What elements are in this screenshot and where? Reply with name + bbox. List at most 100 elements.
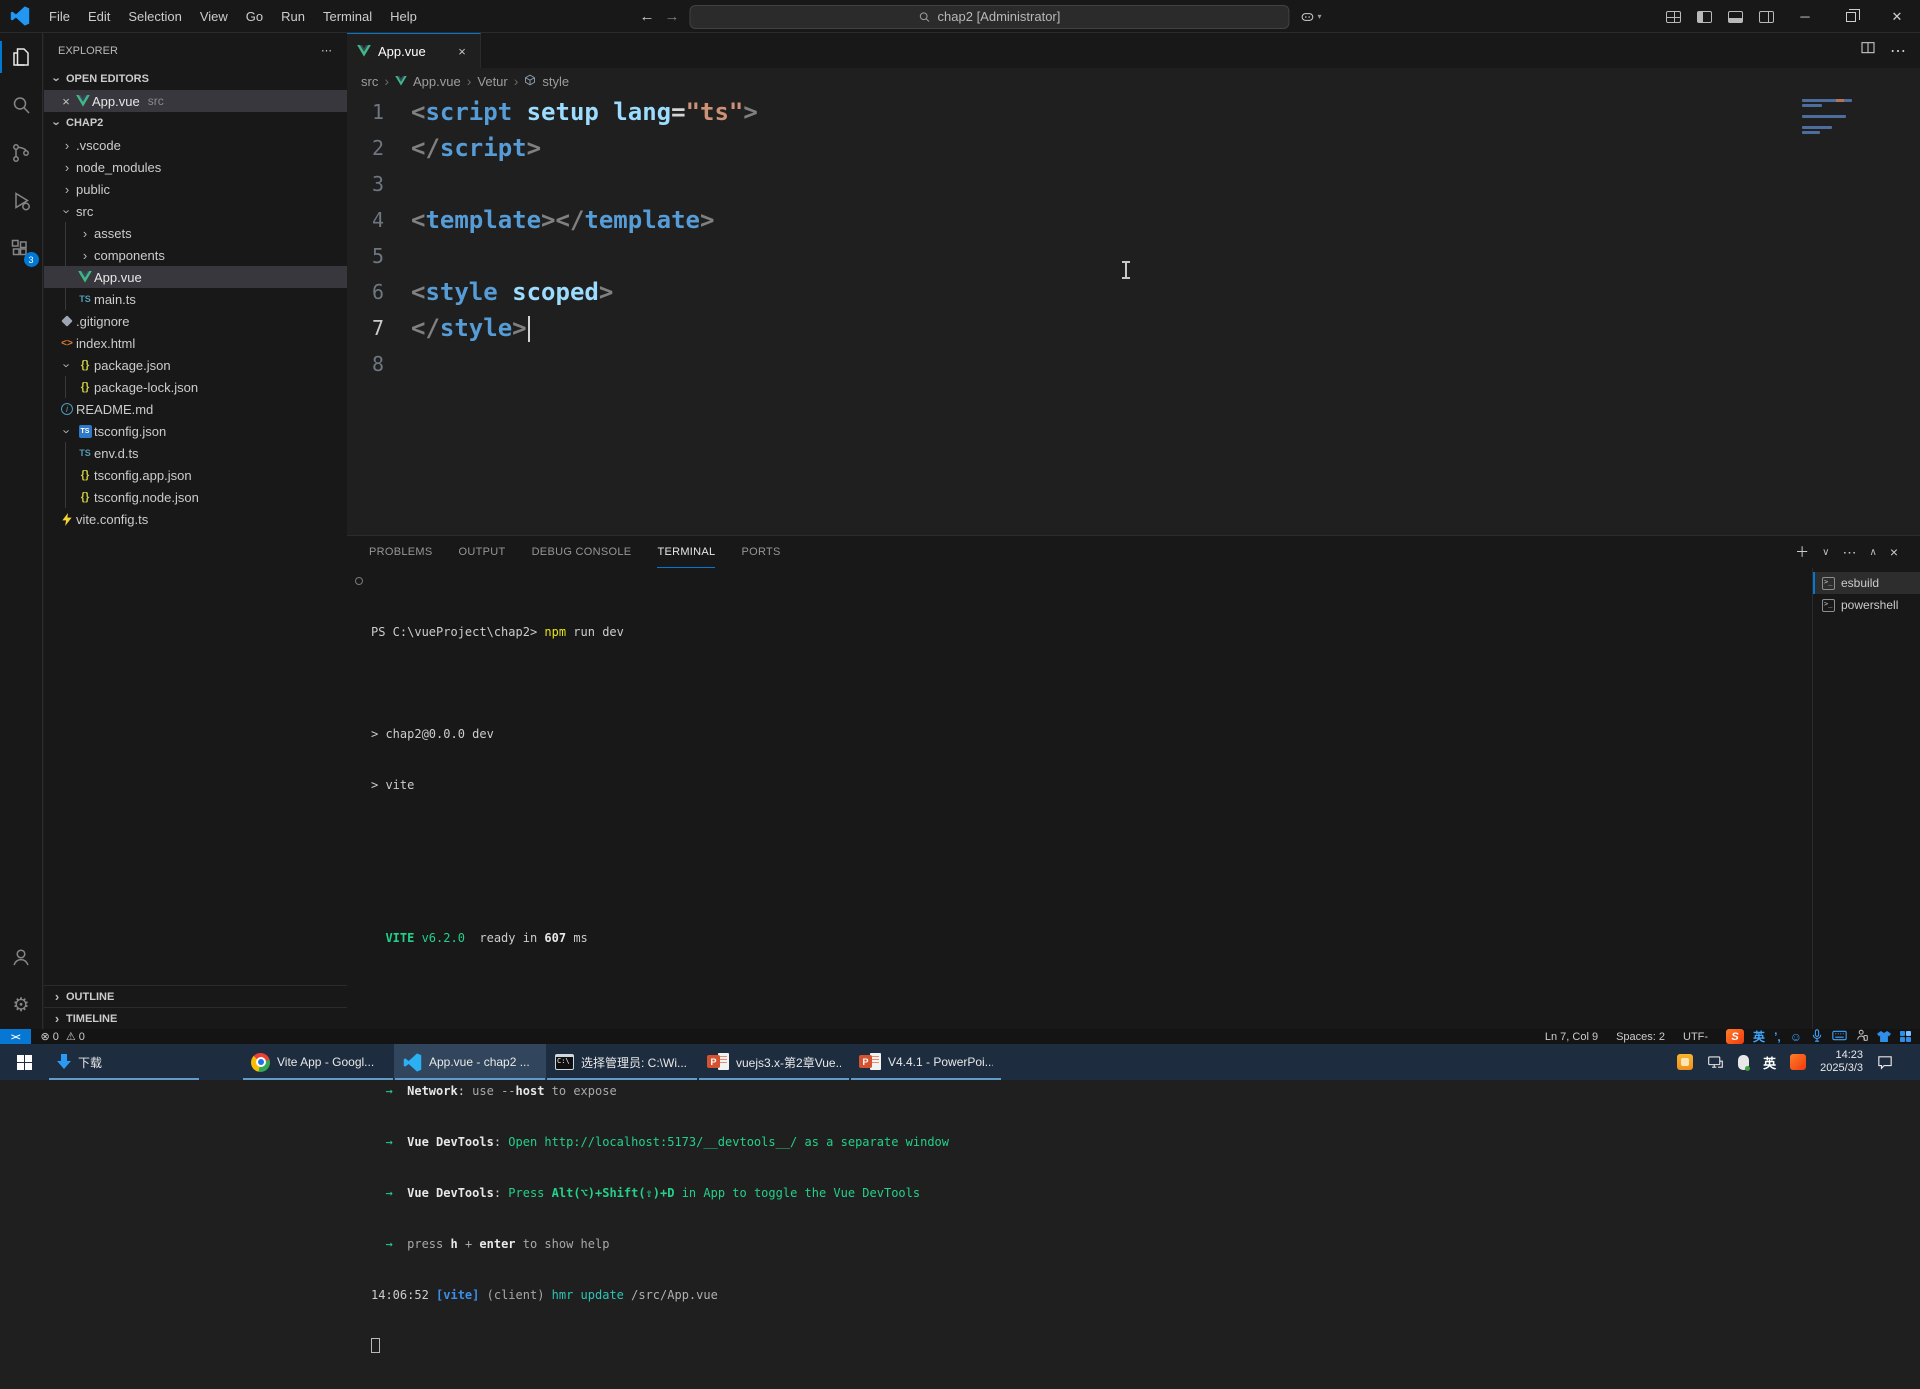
menu-terminal[interactable]: Terminal: [314, 0, 381, 33]
tree-item-node-modules[interactable]: ›node_modules: [44, 156, 347, 178]
project-root-section[interactable]: › CHAP2: [44, 112, 347, 134]
window-restore-button[interactable]: [1828, 0, 1874, 33]
tree-item-tsconfignodejson[interactable]: tsconfig.node.json: [44, 486, 347, 508]
clipboard-person-icon[interactable]: [1856, 1029, 1868, 1045]
taskbar-item-powerpoint-2[interactable]: V4.4.1 - PowerPoi...: [850, 1044, 1002, 1080]
source-control-icon[interactable]: [0, 129, 43, 177]
window-close-button[interactable]: ✕: [1874, 0, 1920, 33]
tree-item-assets[interactable]: ›assets: [44, 222, 347, 244]
history-back-icon[interactable]: ←: [639, 8, 654, 25]
menu-go[interactable]: Go: [237, 0, 272, 33]
tree-item-appvue[interactable]: App.vue: [44, 266, 347, 288]
session-powershell[interactable]: powershell: [1813, 594, 1920, 616]
breadcrumb-appvue[interactable]: App.vue: [413, 74, 461, 89]
microphone-icon[interactable]: [1811, 1029, 1823, 1045]
minimap[interactable]: [1802, 99, 1858, 137]
toggle-sidebar-icon[interactable]: [1697, 11, 1712, 23]
taskbar-item-powerpoint-1[interactable]: vuejs3.x-第2章Vue...: [698, 1044, 850, 1080]
menu-edit[interactable]: Edit: [79, 0, 119, 33]
ime-language-indicator[interactable]: 英: [1753, 1028, 1765, 1045]
search-sidebar-icon[interactable]: [0, 81, 43, 129]
maximize-panel-icon[interactable]: ∧: [1869, 547, 1876, 558]
taskbar-item-chrome[interactable]: Vite App - Googl...: [242, 1044, 394, 1080]
account-icon[interactable]: [0, 933, 43, 981]
split-editor-icon[interactable]: [1860, 40, 1876, 61]
tray-mouse-icon[interactable]: [1738, 1055, 1749, 1070]
open-editors-section[interactable]: › OPEN EDITORS: [44, 68, 347, 90]
explorer-icon[interactable]: [0, 33, 43, 81]
tab-debug-console[interactable]: DEBUG CONSOLE: [532, 536, 632, 568]
copilot-icon[interactable]: ▾: [1299, 9, 1321, 25]
toggle-panel-icon[interactable]: [1728, 11, 1743, 23]
menu-run[interactable]: Run: [272, 0, 314, 33]
menu-file[interactable]: File: [40, 0, 79, 33]
new-terminal-icon[interactable]: ＋: [1795, 542, 1809, 562]
breadcrumb-vetur[interactable]: Vetur: [477, 74, 507, 89]
breadcrumb-src[interactable]: src: [361, 74, 378, 89]
menu-help[interactable]: Help: [381, 0, 426, 33]
tree-item-components[interactable]: ›components: [44, 244, 347, 266]
breadcrumb-style[interactable]: style: [542, 74, 569, 89]
tree-item-src[interactable]: ›src: [44, 200, 347, 222]
timeline-section[interactable]: › TIMELINE: [44, 1007, 347, 1029]
tab-problems[interactable]: PROBLEMS: [369, 536, 433, 568]
open-editor-item-appvue[interactable]: × App.vue src: [44, 90, 347, 112]
keyboard-icon[interactable]: [1832, 1030, 1847, 1044]
explorer-more-actions-icon[interactable]: ⋯: [321, 44, 333, 57]
editor-more-actions-icon[interactable]: ⋯: [1890, 41, 1906, 61]
command-center[interactable]: chap2 [Administrator]: [689, 5, 1289, 29]
terminal-dropdown-icon[interactable]: ∨: [1822, 547, 1829, 558]
tree-item-gitignore[interactable]: .gitignore: [44, 310, 347, 332]
remote-indicator[interactable]: ><: [0, 1029, 31, 1044]
tab-ports[interactable]: PORTS: [741, 536, 780, 568]
menu-selection[interactable]: Selection: [119, 0, 190, 33]
tray-app-icon[interactable]: [1677, 1054, 1693, 1070]
close-tab-icon[interactable]: ×: [454, 44, 470, 59]
cursor-position-status[interactable]: Ln 7, Col 9: [1545, 1031, 1598, 1043]
taskbar-item-vscode[interactable]: App.vue - chap2 ...: [394, 1044, 546, 1080]
tree-item-viteconfigts[interactable]: vite.config.ts: [44, 508, 347, 530]
customize-layout-icon[interactable]: [1666, 11, 1681, 23]
encoding-status[interactable]: UTF-: [1683, 1031, 1708, 1043]
taskbar-item-download[interactable]: 下载: [48, 1044, 200, 1080]
problems-status[interactable]: ⊗0 ⚠0: [41, 1030, 85, 1043]
taskbar-item-cmd[interactable]: 选择管理员: C:\Wi...: [546, 1044, 698, 1080]
tab-output[interactable]: OUTPUT: [459, 536, 506, 568]
start-button[interactable]: [0, 1044, 48, 1080]
tree-item-maints[interactable]: main.ts: [44, 288, 347, 310]
tree-item-public[interactable]: ›public: [44, 178, 347, 200]
ime-punctuation-icon[interactable]: ’,: [1774, 1030, 1781, 1044]
panel-more-actions-icon[interactable]: ⋯: [1842, 544, 1856, 561]
indentation-status[interactable]: Spaces: 2: [1616, 1031, 1665, 1043]
emoji-icon[interactable]: ☺: [1790, 1030, 1802, 1044]
settings-gear-icon[interactable]: ⚙: [0, 981, 43, 1029]
tray-clock[interactable]: 14:23 2025/3/3: [1820, 1049, 1863, 1075]
history-forward-icon[interactable]: →: [664, 8, 679, 25]
tray-ime-language[interactable]: 英: [1763, 1053, 1776, 1072]
tree-item-readme[interactable]: README.md: [44, 398, 347, 420]
tab-terminal[interactable]: TERMINAL: [657, 536, 715, 568]
ime-menu-grid-icon[interactable]: [1900, 1031, 1912, 1043]
skin-icon[interactable]: [1877, 1031, 1891, 1042]
tree-item-packagejson[interactable]: ›package.json: [44, 354, 347, 376]
window-minimize-button[interactable]: ─: [1782, 0, 1828, 33]
tree-item-indexhtml[interactable]: index.html: [44, 332, 347, 354]
run-debug-icon[interactable]: [0, 177, 43, 225]
menu-view[interactable]: View: [191, 0, 237, 33]
tray-sogou-icon[interactable]: [1790, 1054, 1806, 1070]
outline-section[interactable]: › OUTLINE: [44, 985, 347, 1007]
tree-item-tsconfigappjson[interactable]: tsconfig.app.json: [44, 464, 347, 486]
toggle-secondary-sidebar-icon[interactable]: [1759, 11, 1774, 23]
tree-item-packagelockjson[interactable]: package-lock.json: [44, 376, 347, 398]
sogou-ime-icon[interactable]: S: [1726, 1029, 1744, 1044]
close-panel-icon[interactable]: ×: [1890, 544, 1898, 560]
tree-item-envdts[interactable]: env.d.ts: [44, 442, 347, 464]
tray-network-icon[interactable]: [1707, 1055, 1724, 1070]
tab-appvue[interactable]: App.vue ×: [347, 33, 481, 68]
extensions-icon[interactable]: 3: [0, 225, 43, 273]
session-esbuild[interactable]: esbuild: [1813, 572, 1920, 594]
code-editor[interactable]: 1<script setup lang="ts"> 2</script> 3 4…: [347, 94, 1920, 535]
close-editor-icon[interactable]: ×: [58, 94, 74, 109]
tree-item-tsconfigjson[interactable]: ›tsconfig.json: [44, 420, 347, 442]
notification-center-icon[interactable]: [1877, 1055, 1893, 1070]
